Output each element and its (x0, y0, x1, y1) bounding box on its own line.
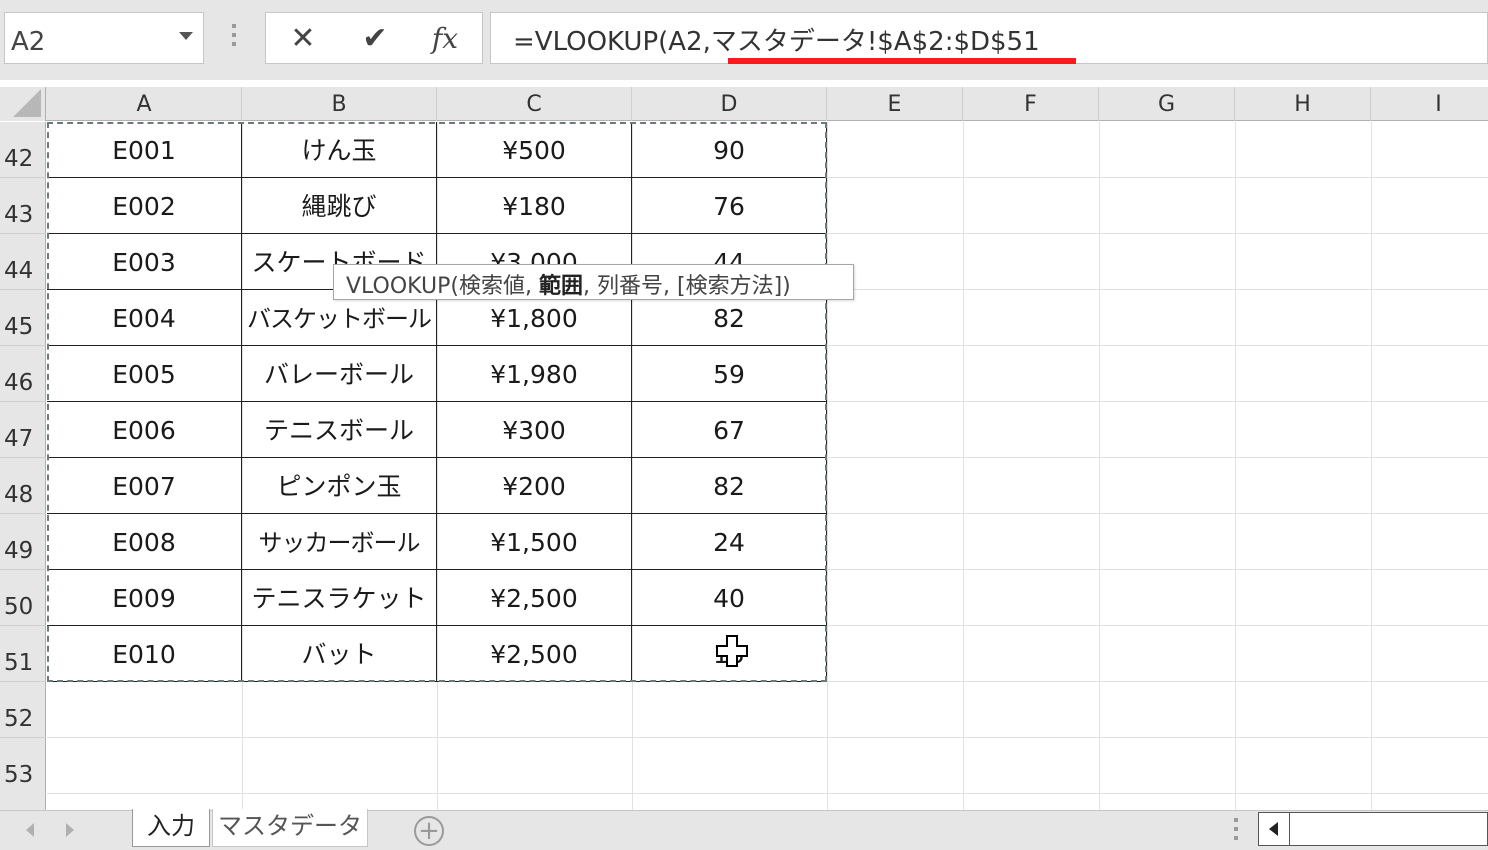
column-header[interactable]: C (437, 87, 632, 121)
add-sheet-icon[interactable]: + (414, 816, 444, 846)
table-cell[interactable]: E003 (47, 234, 242, 290)
insert-function-icon[interactable]: fx (420, 20, 470, 58)
horizontal-scrollbar[interactable] (1258, 812, 1488, 846)
column-header[interactable]: G (1099, 87, 1235, 121)
column-header[interactable]: E (827, 87, 963, 121)
row-header[interactable]: 44 (0, 234, 46, 290)
row-header[interactable]: 47 (0, 402, 46, 458)
cell-grid[interactable]: E001 けん玉 ¥500 90 E002 縄跳び ¥180 76 E003 ス… (47, 122, 1488, 810)
scroll-left-icon[interactable] (1259, 813, 1290, 845)
table-cell[interactable]: E008 (47, 514, 242, 570)
tooltip-close-paren: ) (782, 274, 791, 299)
column-header[interactable]: B (242, 87, 437, 121)
tooltip-sep: , (663, 274, 677, 299)
formula-prefix: =VLOOKUP(A2, (513, 27, 711, 57)
column-header[interactable]: I (1371, 87, 1488, 121)
table-cell[interactable]: テニスラケット (242, 570, 437, 626)
drag-handle-icon[interactable] (226, 24, 242, 54)
tooltip-arg-mode[interactable]: [検索方法] (677, 274, 782, 299)
column-header-row: A B C D E F G H I (0, 87, 1488, 121)
table-cell[interactable]: E006 (47, 402, 242, 458)
tooltip-sep: , (524, 274, 539, 299)
table-cell[interactable]: E005 (47, 346, 242, 402)
cancel-icon[interactable]: ✕ (278, 20, 328, 58)
table-cell[interactable]: E001 (47, 122, 242, 178)
formula-input[interactable]: =VLOOKUP(A2,マスタデータ!$A$2:$D$51 (490, 12, 1488, 64)
table-cell[interactable]: ¥500 (437, 122, 632, 178)
sheet-tab-input[interactable]: 入力 (132, 809, 210, 847)
row-header[interactable]: 49 (0, 514, 46, 570)
table-cell[interactable]: バレーボール (242, 346, 437, 402)
table-cell[interactable]: 90 (632, 122, 827, 178)
column-header[interactable]: A (47, 87, 242, 121)
tooltip-sep: , (582, 274, 597, 299)
table-cell[interactable]: ¥1,500 (437, 514, 632, 570)
table-cell[interactable]: テニスボール (242, 402, 437, 458)
row-header[interactable]: 50 (0, 570, 46, 626)
highlight-underline (728, 58, 1076, 64)
row-header-column: 42 43 44 45 46 47 48 49 50 51 52 53 (0, 122, 46, 810)
table-cell[interactable]: E009 (47, 570, 242, 626)
name-box[interactable]: A2 (4, 12, 204, 64)
table-cell[interactable]: E010 (47, 626, 242, 682)
row-header[interactable]: 52 (0, 682, 46, 738)
cell-cursor-icon (715, 632, 755, 672)
row-header[interactable]: 48 (0, 458, 46, 514)
table-cell[interactable]: 縄跳び (242, 178, 437, 234)
table-cell[interactable]: E002 (47, 178, 242, 234)
scroll-tabs-left-icon[interactable] (26, 823, 34, 837)
function-tooltip[interactable]: VLOOKUP(検索値, 範囲, 列番号, [検索方法]) (333, 264, 854, 300)
table-cell[interactable]: けん玉 (242, 122, 437, 178)
table-cell[interactable]: ¥200 (437, 458, 632, 514)
sheet-tab-master[interactable]: マスタデータ (212, 809, 368, 847)
table-cell[interactable]: ¥2,500 (437, 570, 632, 626)
row-header[interactable]: 53 (0, 738, 46, 794)
enter-check-icon[interactable]: ✔ (350, 20, 400, 58)
scroll-tabs-right-icon[interactable] (66, 823, 74, 837)
formula-range-highlighted: マスタデータ!$A$2:$D$51 (710, 27, 1040, 57)
table-cell[interactable]: 76 (632, 178, 827, 234)
row-header[interactable]: 42 (0, 122, 46, 178)
table-cell[interactable]: 59 (632, 346, 827, 402)
name-box-value: A2 (11, 27, 46, 57)
table-cell[interactable]: ¥2,500 (437, 626, 632, 682)
formula-buttons: ✕ ✔ fx (265, 12, 483, 64)
table-cell[interactable]: ¥300 (437, 402, 632, 458)
tooltip-fn: VLOOKUP( (346, 274, 459, 299)
table-cell[interactable]: E007 (47, 458, 242, 514)
tab-splitter-icon[interactable] (1228, 818, 1244, 844)
row-header[interactable]: 51 (0, 626, 46, 682)
table-cell[interactable]: E004 (47, 290, 242, 346)
table-cell[interactable]: 24 (632, 514, 827, 570)
tooltip-arg-col[interactable]: 列番号 (597, 274, 663, 299)
chevron-down-icon[interactable] (179, 32, 193, 40)
table-cell[interactable]: 82 (632, 458, 827, 514)
table-cell[interactable]: ¥180 (437, 178, 632, 234)
tooltip-arg-range[interactable]: 範囲 (539, 274, 583, 299)
table-cell[interactable]: ¥1,980 (437, 346, 632, 402)
column-header[interactable]: H (1235, 87, 1371, 121)
column-header[interactable]: F (963, 87, 1099, 121)
row-header[interactable]: 45 (0, 290, 46, 346)
select-all-button[interactable] (0, 87, 46, 121)
table-cell[interactable]: バット (242, 626, 437, 682)
row-header[interactable]: 43 (0, 178, 46, 234)
table-cell[interactable]: ピンポン玉 (242, 458, 437, 514)
table-cell[interactable]: サッカーボール (242, 514, 437, 570)
column-header[interactable]: D (632, 87, 827, 121)
row-header[interactable]: 46 (0, 346, 46, 402)
table-cell[interactable]: 67 (632, 402, 827, 458)
table-cell[interactable]: 40 (632, 570, 827, 626)
tooltip-arg-lookup[interactable]: 検索値 (459, 274, 525, 299)
